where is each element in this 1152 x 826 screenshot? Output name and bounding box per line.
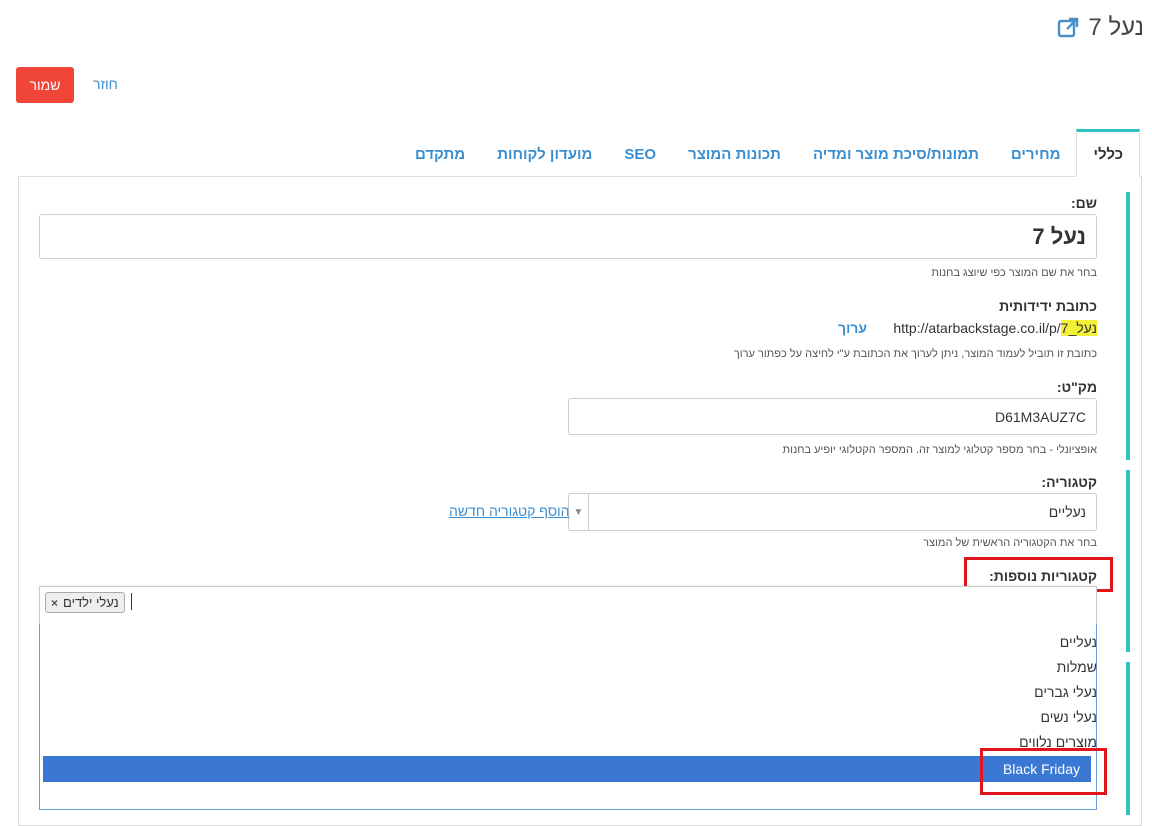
tab-media[interactable]: תמונות/סיכת מוצר ומדיה [797, 131, 995, 177]
tab-seo[interactable]: SEO [608, 131, 672, 177]
page-title-text: נעל 7 [1088, 14, 1144, 41]
category-dropdown [39, 624, 1097, 810]
url-slug: נעל_7 [1060, 320, 1097, 336]
category-chip[interactable]: נעלי ילדים × [45, 592, 125, 613]
url-base: http://atarbackstage.co.il/p/ [893, 320, 1061, 336]
category-label: קטגוריה: [1041, 474, 1097, 490]
chip-label: נעלי ילדים [63, 595, 119, 610]
name-help: בחר את שם המוצר כפי שיוצג בחנות [931, 267, 1097, 279]
tab-bar: כללי מחירים תמונות/סיכת מוצר ומדיה תכונו… [399, 129, 1140, 177]
section-bar [1126, 470, 1130, 652]
section-bar [1126, 662, 1130, 815]
chevron-down-icon[interactable]: ▼ [569, 494, 589, 530]
page-title: נעל 7 [1056, 14, 1144, 42]
section-bar [1126, 192, 1130, 460]
dropdown-option[interactable]: נעלי גברים [1034, 684, 1097, 700]
sku-label: מק"ט: [1056, 379, 1097, 395]
product-name-input[interactable] [39, 214, 1097, 259]
url-help: כתובת זו תוביל לעמוד המוצר, ניתן לערוך א… [733, 348, 1097, 360]
dropdown-option[interactable]: נעלי נשים [1041, 709, 1098, 725]
remove-chip-icon[interactable]: × [51, 596, 58, 610]
sku-help: אופציונלי - בחר מספר קטלוגי למוצר זה. המ… [782, 444, 1097, 456]
category-select[interactable]: נעליים ▼ [568, 493, 1097, 531]
annotation-box [980, 748, 1107, 795]
dropdown-option-highlighted[interactable]: Black Friday [43, 756, 1091, 782]
edit-url-link[interactable]: ערוך [838, 320, 867, 336]
category-help: בחר את הקטגוריה הראשית של המוצר [923, 537, 1097, 549]
extra-categories-input[interactable] [39, 586, 1097, 624]
tab-club[interactable]: מועדון לקוחות [481, 131, 608, 177]
tab-general[interactable]: כללי [1076, 129, 1140, 177]
back-link[interactable]: חוזר [93, 76, 118, 92]
external-link-icon[interactable] [1056, 16, 1080, 40]
tab-attributes[interactable]: תכונות המוצר [672, 131, 797, 177]
friendly-url: http://atarbackstage.co.il/p/נעל_7 [893, 320, 1097, 336]
dropdown-option[interactable]: שמלות [1057, 659, 1097, 675]
dropdown-option[interactable]: נעליים [1060, 634, 1097, 650]
category-selected-value: נעליים [1048, 504, 1086, 520]
tab-advanced[interactable]: מתקדם [399, 131, 481, 177]
tab-prices[interactable]: מחירים [995, 131, 1077, 177]
save-button[interactable]: שמור [16, 67, 74, 103]
add-category-link[interactable]: הוסף קטגוריה חדשה [449, 503, 570, 519]
text-cursor [131, 593, 132, 610]
name-label: שם: [1070, 195, 1097, 211]
sku-input[interactable] [568, 398, 1097, 435]
friendly-url-label: כתובת ידידותית [999, 298, 1097, 314]
